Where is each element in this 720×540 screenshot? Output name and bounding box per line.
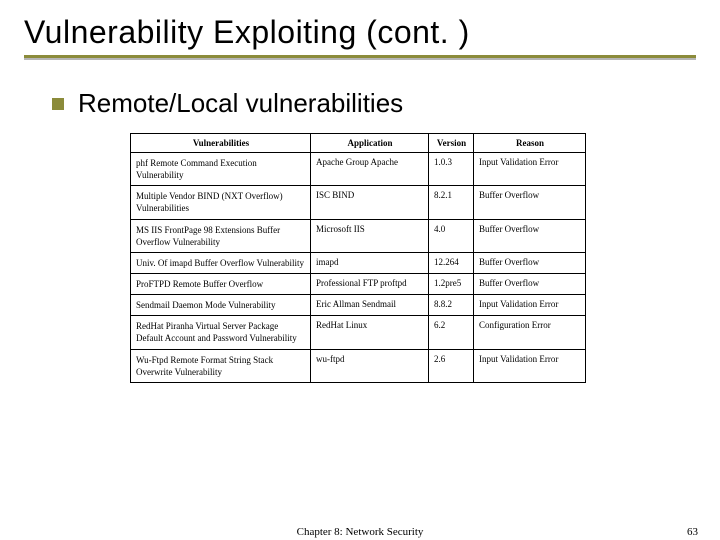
- cell-rea: Input Validation Error: [474, 153, 586, 186]
- cell-rea: Configuration Error: [474, 316, 586, 349]
- header-application: Application: [311, 134, 429, 153]
- footer-chapter: Chapter 8: Network Security: [297, 526, 424, 538]
- cell-vuln: phf Remote Command Execution Vulnerabili…: [131, 153, 311, 186]
- table-row: Multiple Vendor BIND (NXT Overflow) Vuln…: [131, 186, 586, 219]
- table-row: Wu-Ftpd Remote Format String Stack Overw…: [131, 349, 586, 382]
- cell-app: wu-ftpd: [311, 349, 429, 382]
- vulnerabilities-table: Vulnerabilities Application Version Reas…: [130, 133, 586, 383]
- title-underline: [24, 55, 696, 60]
- cell-ver: 8.2.1: [429, 186, 474, 219]
- cell-rea: Input Validation Error: [474, 349, 586, 382]
- table-row: ProFTPD Remote Buffer Overflow Professio…: [131, 273, 586, 294]
- cell-vuln: ProFTPD Remote Buffer Overflow: [131, 273, 311, 294]
- cell-vuln: RedHat Piranha Virtual Server Package De…: [131, 316, 311, 349]
- cell-app: Microsoft IIS: [311, 219, 429, 252]
- table-row: phf Remote Command Execution Vulnerabili…: [131, 153, 586, 186]
- cell-vuln: Wu-Ftpd Remote Format String Stack Overw…: [131, 349, 311, 382]
- header-version: Version: [429, 134, 474, 153]
- header-reason: Reason: [474, 134, 586, 153]
- cell-rea: Input Validation Error: [474, 295, 586, 316]
- cell-ver: 1.0.3: [429, 153, 474, 186]
- square-bullet-icon: [52, 98, 64, 110]
- bullet-row: Remote/Local vulnerabilities: [52, 88, 696, 119]
- table-header-row: Vulnerabilities Application Version Reas…: [131, 134, 586, 153]
- header-vulnerabilities: Vulnerabilities: [131, 134, 311, 153]
- cell-ver: 1.2pre5: [429, 273, 474, 294]
- content-area: Remote/Local vulnerabilities Vulnerabili…: [24, 88, 696, 383]
- cell-app: Eric Allman Sendmail: [311, 295, 429, 316]
- slide: Vulnerability Exploiting (cont. ) Remote…: [0, 0, 720, 383]
- cell-vuln: Univ. Of imapd Buffer Overflow Vulnerabi…: [131, 252, 311, 273]
- table-row: RedHat Piranha Virtual Server Package De…: [131, 316, 586, 349]
- cell-vuln: Sendmail Daemon Mode Vulnerability: [131, 295, 311, 316]
- table-row: Univ. Of imapd Buffer Overflow Vulnerabi…: [131, 252, 586, 273]
- cell-rea: Buffer Overflow: [474, 252, 586, 273]
- cell-ver: 12.264: [429, 252, 474, 273]
- cell-ver: 2.6: [429, 349, 474, 382]
- bullet-text: Remote/Local vulnerabilities: [78, 88, 403, 119]
- cell-vuln: MS IIS FrontPage 98 Extensions Buffer Ov…: [131, 219, 311, 252]
- cell-app: imapd: [311, 252, 429, 273]
- cell-ver: 6.2: [429, 316, 474, 349]
- footer-page-number: 63: [687, 526, 698, 538]
- cell-app: ISC BIND: [311, 186, 429, 219]
- cell-rea: Buffer Overflow: [474, 273, 586, 294]
- table-row: MS IIS FrontPage 98 Extensions Buffer Ov…: [131, 219, 586, 252]
- table-wrap: Vulnerabilities Application Version Reas…: [130, 133, 696, 383]
- cell-rea: Buffer Overflow: [474, 186, 586, 219]
- cell-app: Apache Group Apache: [311, 153, 429, 186]
- slide-title: Vulnerability Exploiting (cont. ): [24, 14, 696, 51]
- cell-app: RedHat Linux: [311, 316, 429, 349]
- cell-ver: 4.0: [429, 219, 474, 252]
- cell-ver: 8.8.2: [429, 295, 474, 316]
- table-row: Sendmail Daemon Mode Vulnerability Eric …: [131, 295, 586, 316]
- cell-app: Professional FTP proftpd: [311, 273, 429, 294]
- cell-vuln: Multiple Vendor BIND (NXT Overflow) Vuln…: [131, 186, 311, 219]
- cell-rea: Buffer Overflow: [474, 219, 586, 252]
